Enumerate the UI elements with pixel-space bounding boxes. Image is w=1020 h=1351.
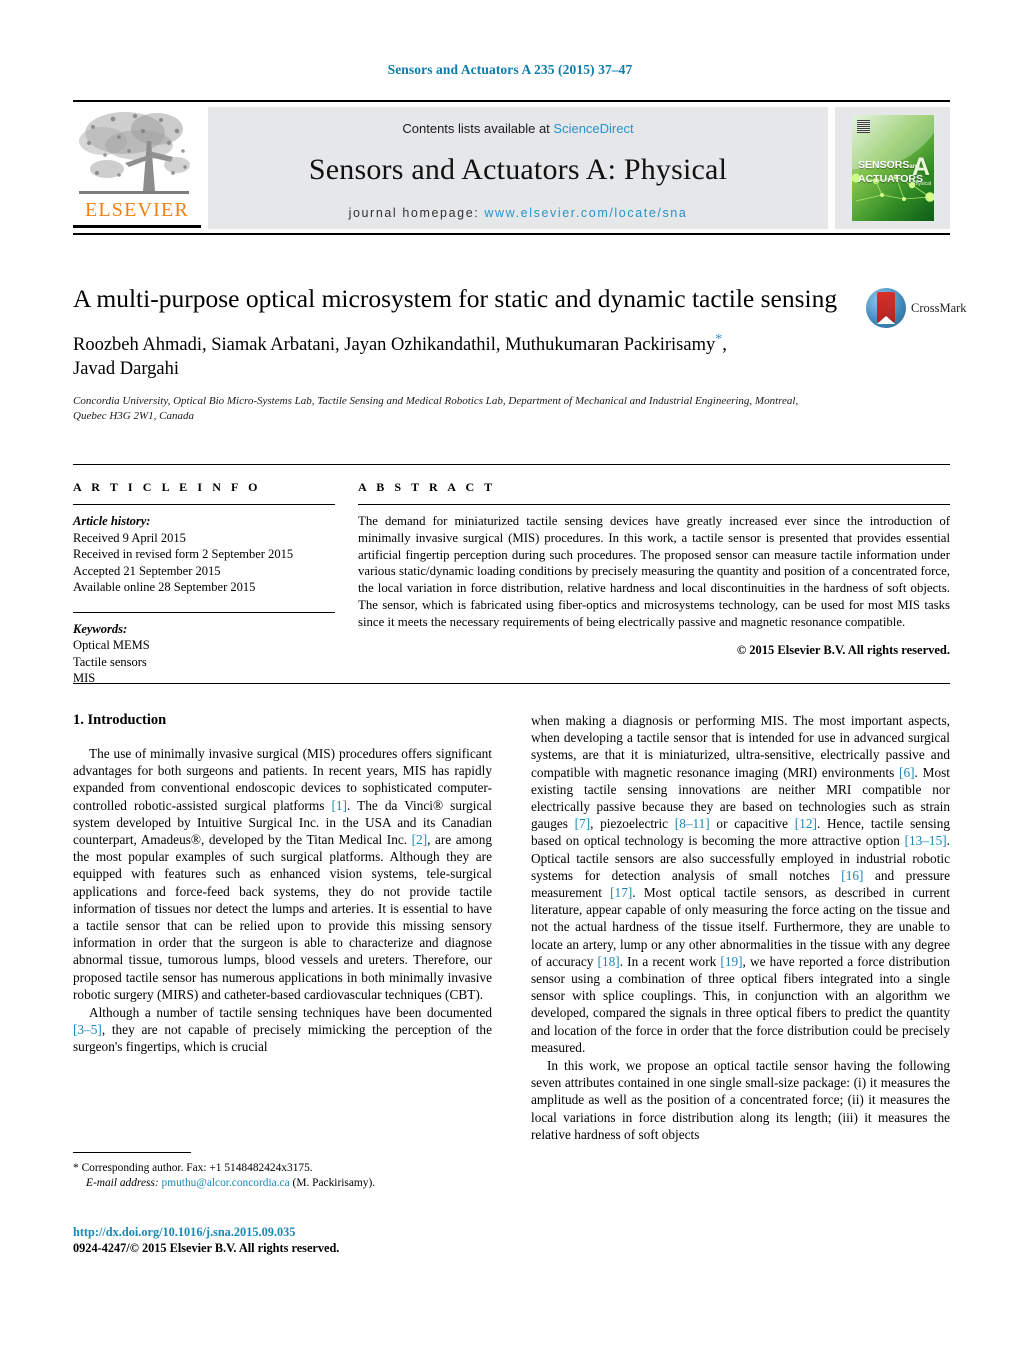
journal-cover-panel: SENSORSand ACTUATORS A Physical xyxy=(835,107,950,229)
right-paragraphs: when making a diagnosis or performing MI… xyxy=(531,712,950,1143)
citation-link[interactable]: [13–15] xyxy=(905,833,947,848)
journal-title: Sensors and Actuators A: Physical xyxy=(308,153,728,186)
history-item: Available online 28 September 2015 xyxy=(73,580,256,594)
elsevier-logo: ELSEVIER xyxy=(73,107,201,232)
paragraph: In this work, we propose an optical tact… xyxy=(531,1057,950,1143)
cover-qr-icon xyxy=(857,120,870,133)
author-list: Roozbeh Ahmadi, Siamak Arbatani, Jayan O… xyxy=(73,332,727,380)
contents-available-line: Contents lists available at ScienceDirec… xyxy=(208,107,828,136)
homepage-label: journal homepage: xyxy=(348,206,480,220)
footnote-marker: * xyxy=(73,1162,79,1174)
paragraph-text: Although a number of tactile sensing tec… xyxy=(89,1005,492,1021)
cover-series-subtitle: Physical xyxy=(912,181,931,187)
homepage-url-link[interactable]: www.elsevier.com/locate/sna xyxy=(484,206,687,220)
keyword-item: MIS xyxy=(73,671,96,685)
paragraph-text: , are among the most popular examples of… xyxy=(73,832,492,1002)
cover-line1: SENSORS xyxy=(858,159,910,171)
citation-link[interactable]: [18] xyxy=(598,954,620,969)
paper-page: Sensors and Actuators A 235 (2015) 37–47 xyxy=(0,0,1020,1351)
left-paragraphs: The use of minimally invasive surgical (… xyxy=(73,745,492,1056)
citation-link[interactable]: [16] xyxy=(841,868,863,883)
title-block: A multi-purpose optical microsystem for … xyxy=(73,283,863,424)
authors-line-1: Roozbeh Ahmadi, Siamak Arbatani, Jayan O… xyxy=(73,335,716,356)
affiliation: Concordia University, Optical Bio Micro-… xyxy=(73,395,799,423)
paragraph: The use of minimally invasive surgical (… xyxy=(73,745,492,1003)
paragraph: when making a diagnosis or performing MI… xyxy=(531,712,950,1056)
citation-link[interactable]: [3–5] xyxy=(73,1022,102,1037)
doi-link[interactable]: http://dx.doi.org/10.1016/j.sna.2015.09.… xyxy=(73,1224,523,1240)
masthead-bottom-rule xyxy=(73,233,950,235)
masthead-top-rule xyxy=(73,100,950,102)
paragraph-text: , piezoelectric xyxy=(590,816,675,832)
footnote-corresponding-text: Corresponding author. Fax: +1 5148482424… xyxy=(81,1162,313,1174)
corresponding-author-marker: * xyxy=(715,332,723,347)
authors-line-2: Javad Dargahi xyxy=(73,359,179,380)
footnote-rule xyxy=(73,1152,191,1153)
keywords-rule xyxy=(73,611,335,613)
section-heading-introduction: 1. Introduction xyxy=(73,712,167,728)
running-head: Sensors and Actuators A 235 (2015) 37–47 xyxy=(387,62,633,77)
paragraph: Although a number of tactile sensing tec… xyxy=(73,1004,492,1056)
citation-link[interactable]: [6] xyxy=(899,765,915,780)
issn-copyright-line: 0924-4247/© 2015 Elsevier B.V. All right… xyxy=(73,1241,340,1255)
masthead-center-panel: Contents lists available at ScienceDirec… xyxy=(208,107,828,229)
citation-link[interactable]: [1] xyxy=(331,798,347,813)
publication-meta: http://dx.doi.org/10.1016/j.sna.2015.09.… xyxy=(73,1224,523,1256)
journal-masthead: ELSEVIER Contents lists available at Sci… xyxy=(73,100,950,235)
cover-series-letter: A xyxy=(911,153,930,181)
footnote-body: * Corresponding author. Fax: +1 51484824… xyxy=(73,1161,492,1191)
paragraph-text: , they are not capable of precisely mimi… xyxy=(73,1022,492,1055)
keywords-block: Keywords: Optical MEMS Tactile sensors M… xyxy=(73,621,335,687)
page-title: A multi-purpose optical microsystem for … xyxy=(73,284,838,313)
history-item: Accepted 21 September 2015 xyxy=(73,563,221,578)
email-attribution: (M. Packirisamy). xyxy=(292,1177,376,1189)
footnote-corresponding-line: * Corresponding author. Fax: +1 51484824… xyxy=(73,1161,492,1176)
elsevier-underbar xyxy=(73,225,201,228)
crossmark-label: CrossMark xyxy=(911,301,967,315)
abstract-rule xyxy=(358,504,950,505)
keyword-item: Tactile sensors xyxy=(73,654,147,669)
history-item: Received 9 April 2015 xyxy=(73,530,186,545)
journal-cover-image: SENSORSand ACTUATORS A Physical xyxy=(852,115,934,221)
abstract-text: The demand for miniaturized tactile sens… xyxy=(358,514,950,629)
article-history: Article history: Received 9 April 2015 R… xyxy=(73,513,335,596)
paragraph-text: In this work, we propose an optical tact… xyxy=(531,1058,950,1142)
copyright-line: © 2015 Elsevier B.V. All rights reserved… xyxy=(736,642,950,657)
article-history-label: Article history: xyxy=(73,514,151,528)
email-link[interactable]: pmuthu@alcor.concordia.ca xyxy=(162,1177,290,1189)
abstract-heading: A B S T R A C T xyxy=(358,480,496,494)
article-info-rule xyxy=(73,504,335,505)
citation-link[interactable]: [17] xyxy=(610,885,632,900)
citation-link[interactable]: [8–11] xyxy=(675,816,710,831)
body-column-left: 1. Introduction The use of minimally inv… xyxy=(73,712,492,1057)
corresponding-author-footnote: * Corresponding author. Fax: +1 51484824… xyxy=(73,1152,492,1191)
citation-link[interactable]: [19] xyxy=(720,954,742,969)
crossmark-icon xyxy=(866,288,906,328)
citation-link[interactable]: [2] xyxy=(412,832,428,847)
journal-homepage-line: journal homepage: www.elsevier.com/locat… xyxy=(208,206,828,220)
elsevier-tree-icon xyxy=(79,112,190,194)
citation-link[interactable]: [7] xyxy=(575,816,591,831)
email-label: E-mail address: xyxy=(86,1177,159,1189)
article-info-heading: A R T I C L E I N F O xyxy=(73,480,262,494)
body-column-right: when making a diagnosis or performing MI… xyxy=(531,712,950,1144)
paragraph-text: . In a recent work xyxy=(619,953,721,969)
keywords-label: Keywords: xyxy=(73,621,128,636)
footnote-email-line: E-mail address: pmuthu@alcor.concordia.c… xyxy=(73,1176,492,1191)
crossmark-badge[interactable]: CrossMark xyxy=(866,288,967,328)
body-top-rule xyxy=(73,683,950,684)
abstract-column: A B S T R A C T The demand for miniaturi… xyxy=(358,480,950,658)
info-top-rule xyxy=(73,464,950,465)
keyword-item: Optical MEMS xyxy=(73,638,150,652)
history-item: Received in revised form 2 September 201… xyxy=(73,547,294,561)
contents-prefix: Contents lists available at xyxy=(402,121,554,136)
article-info-column: A R T I C L E I N F O Article history: R… xyxy=(73,480,335,687)
elsevier-wordmark: ELSEVIER xyxy=(84,199,190,221)
citation-link[interactable]: [12] xyxy=(795,816,817,831)
paragraph-text: or capacitive xyxy=(709,816,795,832)
paragraph-text: when making a diagnosis or performing MI… xyxy=(531,713,950,780)
sciencedirect-link[interactable]: ScienceDirect xyxy=(553,121,633,136)
